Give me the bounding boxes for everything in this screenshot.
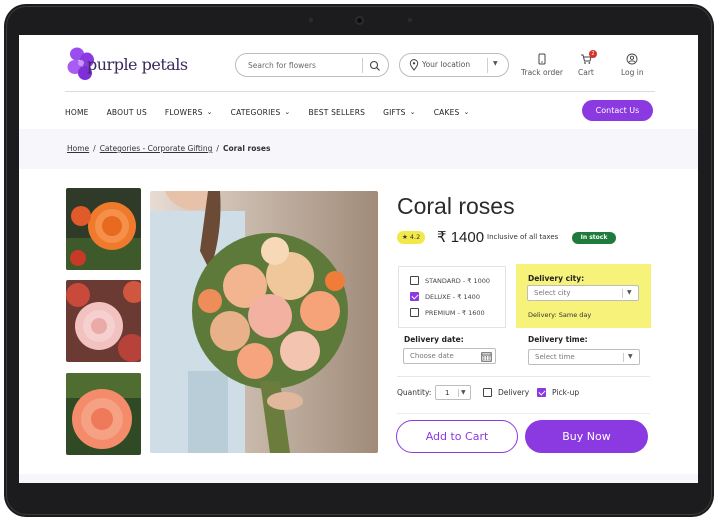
nav-cakes[interactable]: CAKES ⌄ [434,108,470,117]
product-thumbnail-2[interactable] [66,280,141,362]
chevron-down-icon: ▼ [461,389,466,396]
track-order-link[interactable]: Track order [521,53,563,77]
login-link[interactable]: Log in [621,53,644,77]
option-standard[interactable]: STANDARD - ₹ 1000 [410,276,490,285]
login-label: Log in [621,68,644,77]
divider [487,58,488,73]
cart-link[interactable]: 2 Cart [578,50,597,77]
option-deluxe[interactable]: DELUXE - ₹ 1400 [410,292,480,301]
nav-categories[interactable]: CATEGORIES ⌄ [231,108,291,117]
phone-icon [538,53,546,65]
main-nav: HOME ABOUT US FLOWERS ⌄ CATEGORIES ⌄ BEST … [65,106,488,118]
divider [397,376,650,377]
chevron-down-icon: ⌄ [206,108,213,116]
product-thumbnail-1[interactable] [66,188,141,270]
breadcrumb-current: Coral roses [222,144,271,153]
product-thumbnail-3[interactable] [66,373,141,455]
chevron-down-icon: ⌄ [409,108,416,116]
time-select-value: Select time [535,353,575,361]
checkbox[interactable] [483,388,492,397]
rating-badge: ★ 4.2 [397,231,426,244]
checkbox[interactable] [410,276,419,285]
footer-strip [19,474,698,483]
product-price: ₹ 1400 [437,229,485,246]
divider [397,413,650,414]
chevron-down-icon: ⌄ [284,108,291,116]
breadcrumb: Home / Categories - Corporate Gifting / Cora… [67,144,271,153]
option-premium[interactable]: PREMIUM - ₹ 1600 [410,308,485,317]
time-select[interactable]: Select time ▼ [528,349,640,365]
nav-flowers[interactable]: FLOWERS ⌄ [165,108,213,117]
location-select[interactable]: Your location ▼ [399,53,509,77]
sensor [309,18,313,22]
quantity-value: 1 [445,389,450,397]
location-label: Your location [422,60,471,69]
date-value: Choose date [410,352,454,360]
checkbox[interactable] [410,308,419,317]
nav-gifts[interactable]: GIFTS ⌄ [383,108,416,117]
buy-now-button[interactable]: Buy Now [525,420,648,453]
delivery-time-label: Delivery time: [528,335,588,344]
date-picker[interactable]: Choose date [403,348,496,364]
pickup-checkbox[interactable]: Pick-up [537,388,579,397]
chevron-down-icon: ⌄ [463,108,470,116]
breadcrumb-home[interactable]: Home [67,144,89,153]
city-select-value: Select city [534,289,571,297]
quantity-label: Quantity: [397,388,432,397]
breadcrumb-bar: Home / Categories - Corporate Gifting / Cora… [19,129,698,169]
user-icon [626,53,638,65]
app-screen: purple petals Your location ▼ Track orde… [19,35,698,483]
contact-us-button[interactable]: Contact Us [582,100,653,121]
delivery-date-label: Delivery date: [404,335,464,344]
stock-badge: In stock [572,232,616,244]
variant-options: STANDARD - ₹ 1000 DELUXE - ₹ 1400 PREMIU… [398,266,506,328]
tax-note: Inclusive of all taxes [487,233,559,241]
calendar-icon[interactable] [481,351,492,362]
divider [362,58,363,73]
checkbox-checked[interactable] [410,292,419,301]
quantity-select[interactable]: 1 ▼ [435,385,471,400]
delivery-note: Delivery: Same day [528,311,592,319]
breadcrumb-category[interactable]: Categories - Corporate Gifting [100,144,213,153]
search-box[interactable] [235,53,389,77]
nav-best-sellers[interactable]: BEST SELLERS [308,108,365,117]
divider [65,91,655,92]
delivery-checkbox[interactable]: Delivery [483,388,529,397]
search-icon[interactable] [367,58,383,74]
city-select[interactable]: Select city ▼ [527,285,639,301]
add-to-cart-button[interactable]: Add to Cart [396,420,518,453]
brand-name[interactable]: purple petals [87,55,188,74]
chevron-down-icon: ▼ [627,289,632,296]
chevron-down-icon: ▼ [493,60,498,67]
delivery-city-label: Delivery city: [528,274,585,283]
nav-home[interactable]: HOME [65,108,89,117]
search-input[interactable] [248,58,356,73]
checkbox-checked[interactable] [537,388,546,397]
nav-about-us[interactable]: ABOUT US [107,108,147,117]
cart-label: Cart [578,68,594,77]
chevron-down-icon: ▼ [628,353,633,360]
product-title: Coral roses [397,193,515,219]
product-main-image [150,191,378,453]
sensor [408,18,412,22]
camera [355,16,364,25]
location-pin-icon [409,59,419,71]
cart-count-badge: 2 [588,50,597,58]
track-order-label: Track order [521,68,564,77]
